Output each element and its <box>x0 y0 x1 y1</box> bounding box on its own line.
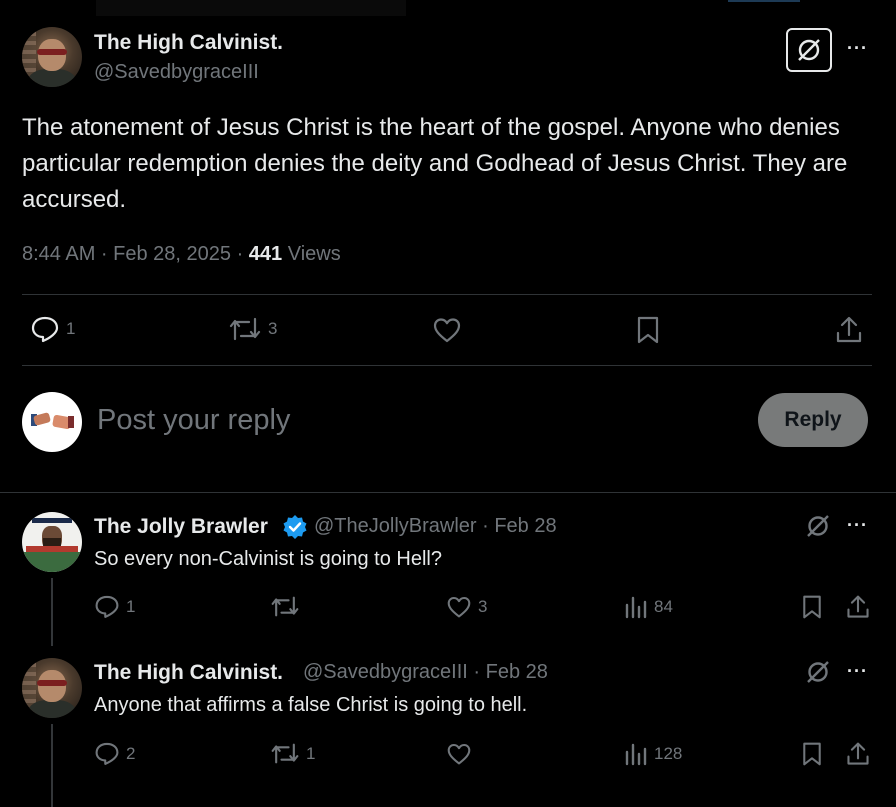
reply-input[interactable]: Post your reply <box>97 404 290 437</box>
grok-icon[interactable] <box>805 659 831 685</box>
share-icon <box>847 742 869 765</box>
reply-action[interactable]: 1 <box>94 594 135 619</box>
repost-icon <box>271 743 299 764</box>
share-icon <box>847 595 869 618</box>
bookmark-action[interactable] <box>800 741 824 767</box>
bookmark-icon <box>803 595 821 619</box>
current-user-avatar[interactable] <box>22 392 82 452</box>
like-action[interactable] <box>432 316 462 344</box>
reply-icon <box>95 742 119 765</box>
thread-line <box>51 578 53 646</box>
author-handle[interactable]: @SavedbygraceIII <box>94 61 259 84</box>
bookmark-action[interactable] <box>634 315 662 345</box>
repost-action[interactable]: 3 <box>228 315 277 343</box>
author-avatar[interactable] <box>22 27 82 87</box>
reply-author-avatar[interactable] <box>22 658 82 718</box>
reply-count: 1 <box>66 319 76 338</box>
reply-count: 1 <box>126 596 136 616</box>
repost-action[interactable] <box>270 594 306 619</box>
reply-count: 2 <box>126 743 136 763</box>
previous-post-remnant-accent <box>728 0 800 2</box>
author-name[interactable]: The High Calvinist. <box>94 31 283 55</box>
reply-author-handle-date[interactable]: @SavedbygraceIII · Feb 28 <box>303 661 548 684</box>
tweet-text: The atonement of Jesus Christ is the hea… <box>22 114 848 213</box>
repost-icon <box>271 596 299 617</box>
more-options-icon[interactable]: ··· <box>847 515 868 536</box>
reply-author-avatar[interactable] <box>22 512 82 572</box>
share-action[interactable] <box>845 594 871 620</box>
like-action[interactable]: 3 <box>446 595 487 619</box>
divider <box>22 365 872 366</box>
tweet-timestamp[interactable]: 8:44 AM · Feb 28, 2025 · <box>22 243 249 265</box>
bookmark-icon <box>637 316 659 344</box>
views-action[interactable]: 128 <box>624 742 682 766</box>
reply-author-name[interactable]: The High Calvinist. <box>94 661 283 685</box>
analytics-icon <box>625 596 647 619</box>
repost-count: 1 <box>306 743 316 763</box>
reply-author-name[interactable]: The Jolly Brawler <box>94 515 268 539</box>
bookmark-icon <box>803 742 821 766</box>
repost-action[interactable]: 1 <box>270 741 315 766</box>
reply-action[interactable]: 1 <box>30 315 75 343</box>
views-count: 441 <box>248 243 283 265</box>
views-action[interactable]: 84 <box>624 595 673 619</box>
views-label: Views <box>282 243 341 265</box>
more-options-icon[interactable]: ··· <box>847 661 868 682</box>
verified-badge-icon <box>283 515 307 539</box>
reply-action[interactable]: 2 <box>94 741 135 766</box>
like-action[interactable] <box>446 742 478 766</box>
heart-icon <box>447 596 471 618</box>
share-action[interactable] <box>845 741 871 767</box>
views-count: 128 <box>654 744 683 763</box>
reply-icon <box>95 595 119 618</box>
grok-button[interactable] <box>786 28 832 72</box>
heart-icon <box>447 743 471 765</box>
divider <box>22 294 872 295</box>
reply-button[interactable]: Reply <box>758 393 868 447</box>
tweet-meta: 8:44 AM · Feb 28, 2025 · 441 Views <box>22 243 341 266</box>
divider <box>0 492 896 493</box>
grok-icon[interactable] <box>805 513 831 539</box>
reply-author-handle-date[interactable]: @TheJollyBrawler · Feb 28 <box>314 515 557 538</box>
heart-icon <box>433 318 461 343</box>
more-options-icon[interactable]: ··· <box>847 38 868 59</box>
repost-count: 3 <box>268 319 278 338</box>
views-count: 84 <box>654 597 673 616</box>
like-count: 3 <box>478 597 488 616</box>
analytics-icon <box>625 743 647 766</box>
thread-line <box>51 724 53 807</box>
grok-icon <box>798 39 820 61</box>
share-icon <box>836 316 862 343</box>
reply-icon <box>31 316 59 343</box>
repost-icon <box>229 317 261 341</box>
share-action[interactable] <box>834 315 864 345</box>
reply-text: So every non-Calvinist is going to Hell? <box>94 548 442 570</box>
bookmark-action[interactable] <box>800 594 824 620</box>
previous-post-remnant <box>96 0 406 16</box>
reply-text: Anyone that affirms a false Christ is go… <box>94 694 528 716</box>
